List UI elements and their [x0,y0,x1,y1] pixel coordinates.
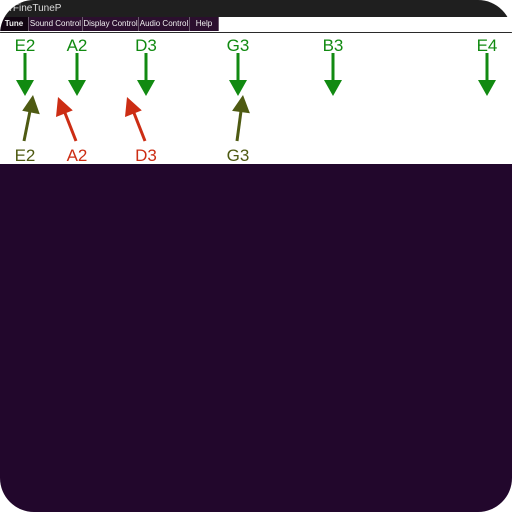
detected-note-label: D3 [135,146,157,164]
down-arrow-icon [478,53,496,96]
detected-note-g3: G3 [227,95,250,164]
detected-note-label: G3 [227,146,250,164]
up-left-arrow-icon [125,97,147,142]
up-left-arrow-icon [56,97,78,142]
target-note-a2: A2 [67,36,88,96]
tab-sound-control[interactable]: Sound Control [29,17,83,31]
tuner-arrows-canvas: E2 A2 D3 G3 B3 E4 E2 A2 D3 G3 [15,36,498,164]
target-note-e2: E2 [15,36,36,96]
target-note-label: E4 [477,36,498,55]
app-window: arFineTuneP Tune Sound Control Display C… [0,0,512,512]
detected-note-label: E2 [15,146,36,164]
up-right-arrow-icon [22,95,40,142]
detected-note-label: A2 [67,146,88,164]
down-arrow-icon [16,53,34,96]
tab-audio-control[interactable]: Audio Control [139,17,190,31]
title-bar: arFineTuneP [0,0,512,17]
target-note-label: D3 [135,36,157,55]
target-note-label: G3 [227,36,250,55]
detected-note-d3: D3 [125,97,157,164]
target-note-e4: E4 [477,36,498,96]
down-arrow-icon [68,53,86,96]
down-arrow-icon [324,53,342,96]
tab-display-control[interactable]: Display Control [83,17,139,31]
detected-note-e2: E2 [15,95,40,164]
target-note-d3: D3 [135,36,157,96]
tab-tune[interactable]: Tune [0,17,29,31]
down-arrow-icon [137,53,155,96]
down-arrow-icon [229,53,247,96]
target-note-label: B3 [323,36,344,55]
up-right-arrow-icon [232,95,250,142]
spectrum-display [0,164,512,512]
detected-note-a2: A2 [56,97,87,164]
window-title: arFineTuneP [4,3,62,14]
target-note-label: A2 [67,36,88,55]
target-note-label: E2 [15,36,36,55]
tab-help[interactable]: Help [190,17,219,31]
target-note-g3: G3 [227,36,250,96]
tab-bar: Tune Sound Control Display Control Audio… [0,17,512,33]
tuner-panel: E2 A2 D3 G3 B3 E4 E2 A2 D3 G3 [0,33,512,164]
target-note-b3: B3 [323,36,344,96]
